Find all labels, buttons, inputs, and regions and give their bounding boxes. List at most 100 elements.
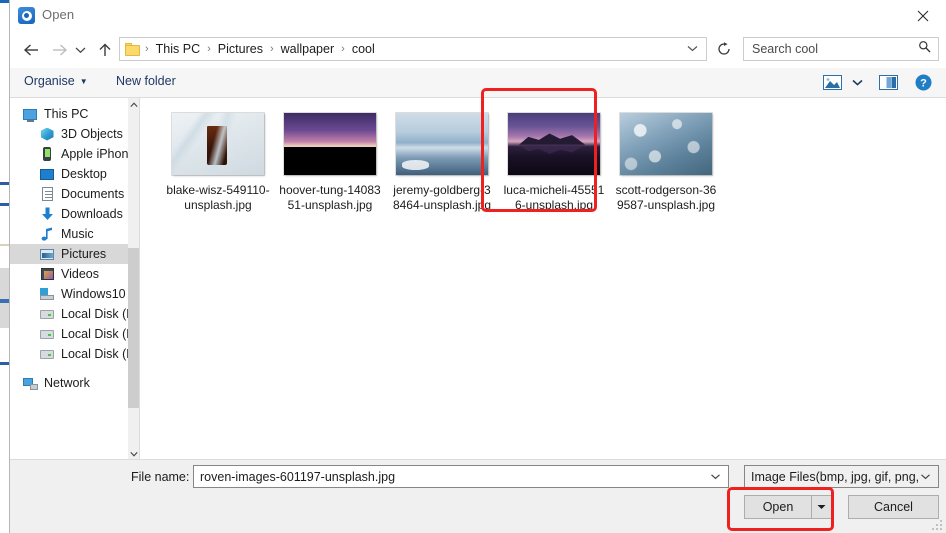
file-name-field-label: File name:	[131, 470, 190, 484]
breadcrumb-separator: ›	[269, 43, 274, 55]
file-thumbnail	[396, 112, 488, 175]
file-thumbnail	[620, 112, 712, 175]
sidebar-item-apple-iphone[interactable]: Apple iPhone	[10, 144, 135, 164]
open-dropdown-arrow-icon[interactable]	[811, 496, 831, 518]
file-item-selected[interactable]: luca-micheli-455516-unsplash.jpg	[498, 106, 610, 213]
resize-grip[interactable]	[931, 519, 943, 531]
sidebar-item-network[interactable]: Network	[10, 373, 130, 393]
sidebar-item-label: Desktop	[61, 167, 107, 181]
sidebar-item-label: This PC	[44, 107, 89, 121]
file-name-input[interactable]: roven-images-601197-unsplash.jpg	[193, 465, 729, 488]
breadcrumb-item-wallpaper[interactable]: wallpaper	[279, 42, 337, 56]
breadcrumb-item-pictures[interactable]: Pictures	[216, 42, 265, 56]
file-thumbnail	[284, 112, 376, 175]
sidebar-item-local-disk-e[interactable]: Local Disk (E:	[10, 324, 138, 344]
file-item[interactable]: blake-wisz-549110-unsplash.jpg	[162, 106, 274, 213]
sidebar-item-downloads[interactable]: Downloads	[10, 204, 130, 224]
new-folder-label: New folder	[116, 74, 176, 88]
new-folder-button[interactable]: New folder	[116, 74, 176, 88]
sidebar-item-label: 3D Objects	[61, 127, 123, 141]
file-type-filter-select[interactable]: Image Files(bmp, jpg, gif, png,	[744, 465, 939, 488]
organise-label: Organise	[24, 74, 75, 88]
cancel-button[interactable]: Cancel	[848, 495, 939, 519]
forward-arrow-icon[interactable]	[48, 39, 70, 61]
folder-tree: This PC 3D Objects Apple iPhone Desktop	[10, 104, 138, 393]
sidebar-scrollbar[interactable]	[128, 98, 139, 461]
chevron-down-icon[interactable]	[710, 472, 721, 482]
thumbnail-wrap	[170, 110, 266, 177]
sidebar-item-label: Documents	[61, 187, 125, 201]
windows-drive-icon	[39, 286, 55, 302]
sidebar-item-pictures[interactable]: Pictures	[10, 244, 130, 264]
recent-locations-chevron-icon[interactable]	[72, 39, 88, 61]
organise-button[interactable]: Organise ▼	[24, 74, 88, 88]
breadcrumb-separator: ›	[145, 43, 149, 55]
search-input[interactable]: Search cool	[743, 37, 939, 61]
file-name-label: jeremy-goldberg-38464-unsplash.jpg	[392, 183, 492, 212]
open-button[interactable]: Open	[745, 496, 811, 518]
open-button-group[interactable]: Open	[744, 495, 832, 519]
sidebar-item-local-disk-f[interactable]: Local Disk (F:	[10, 344, 137, 364]
pictures-icon	[39, 246, 55, 262]
file-thumbnail	[172, 112, 264, 175]
sidebar-item-videos[interactable]: Videos	[10, 264, 130, 284]
apple-iphone-icon	[39, 146, 55, 162]
sidebar-item-windows10[interactable]: Windows10 (	[10, 284, 134, 304]
refresh-icon[interactable]	[713, 38, 735, 60]
sidebar-item-label: Pictures	[61, 247, 107, 261]
sidebar-item-label: Network	[44, 376, 90, 390]
chevron-down-icon[interactable]	[687, 44, 698, 55]
file-item[interactable]: scott-rodgerson-369587-unsplash.jpg	[610, 106, 722, 213]
file-thumbnail	[508, 112, 600, 175]
sidebar-item-label: Local Disk (D	[61, 307, 136, 321]
chevron-down-icon[interactable]	[920, 472, 931, 482]
sidebar-item-label: Windows10 (	[61, 287, 134, 301]
preview-pane-icon[interactable]	[878, 73, 898, 91]
back-arrow-icon[interactable]	[20, 39, 42, 61]
address-bar[interactable]: › This PC › Pictures › wallpaper › cool	[119, 37, 707, 61]
network-icon	[22, 375, 38, 391]
window-title: Open	[42, 7, 75, 22]
local-disk-icon	[39, 346, 55, 362]
sidebar-item-music[interactable]: Music	[10, 224, 130, 244]
chevron-down-icon: ▼	[79, 76, 88, 86]
downloads-icon	[39, 206, 55, 222]
sidebar-item-desktop[interactable]: Desktop	[10, 164, 130, 184]
sidebar-item-label: Local Disk (E:	[61, 327, 139, 341]
folder-icon	[125, 42, 140, 56]
breadcrumb-item-cool[interactable]: cool	[350, 42, 377, 56]
sidebar-item-documents[interactable]: Documents	[10, 184, 130, 204]
open-file-dialog: Open › This PC › Pictures › wallpaper › …	[9, 0, 946, 533]
svg-text:?: ?	[920, 77, 927, 89]
title-bar: Open	[10, 0, 946, 32]
documents-icon	[39, 186, 55, 202]
3d-objects-icon	[39, 126, 55, 142]
view-large-icons-icon[interactable]	[822, 73, 842, 91]
search-icon[interactable]	[918, 40, 931, 58]
screenshot-root: Open › This PC › Pictures › wallpaper › …	[0, 0, 946, 533]
scroll-up-icon[interactable]	[128, 98, 139, 112]
help-icon[interactable]: ?	[914, 73, 932, 91]
local-disk-icon	[39, 326, 55, 342]
up-arrow-icon[interactable]	[94, 39, 116, 61]
dialog-body: This PC 3D Objects Apple iPhone Desktop	[10, 98, 946, 461]
breadcrumb-item-this-pc[interactable]: This PC	[154, 42, 202, 56]
scrollbar-thumb[interactable]	[128, 248, 139, 408]
file-list[interactable]: blake-wisz-549110-unsplash.jpg hoover-tu…	[140, 98, 946, 461]
file-item[interactable]: jeremy-goldberg-38464-unsplash.jpg	[386, 106, 498, 213]
sidebar-item-label: Downloads	[61, 207, 123, 221]
sidebar-item-label: Music	[61, 227, 94, 241]
this-pc-icon	[22, 106, 38, 122]
file-item[interactable]: hoover-tung-1408351-unsplash.jpg	[274, 106, 386, 213]
thumbnail-wrap	[394, 110, 490, 177]
file-type-filter-value: Image Files(bmp, jpg, gif, png,	[751, 469, 920, 484]
file-name-label: hoover-tung-1408351-unsplash.jpg	[279, 183, 381, 212]
breadcrumb-separator: ›	[207, 43, 211, 55]
open-app-icon	[18, 7, 35, 24]
thumbnail-wrap	[618, 110, 714, 177]
sidebar-item-3d-objects[interactable]: 3D Objects	[10, 124, 130, 144]
sidebar-item-this-pc[interactable]: This PC	[10, 104, 130, 124]
view-options-chevron-icon[interactable]	[850, 73, 864, 91]
sidebar-item-local-disk-d[interactable]: Local Disk (D	[10, 304, 135, 324]
close-icon[interactable]	[900, 0, 946, 31]
